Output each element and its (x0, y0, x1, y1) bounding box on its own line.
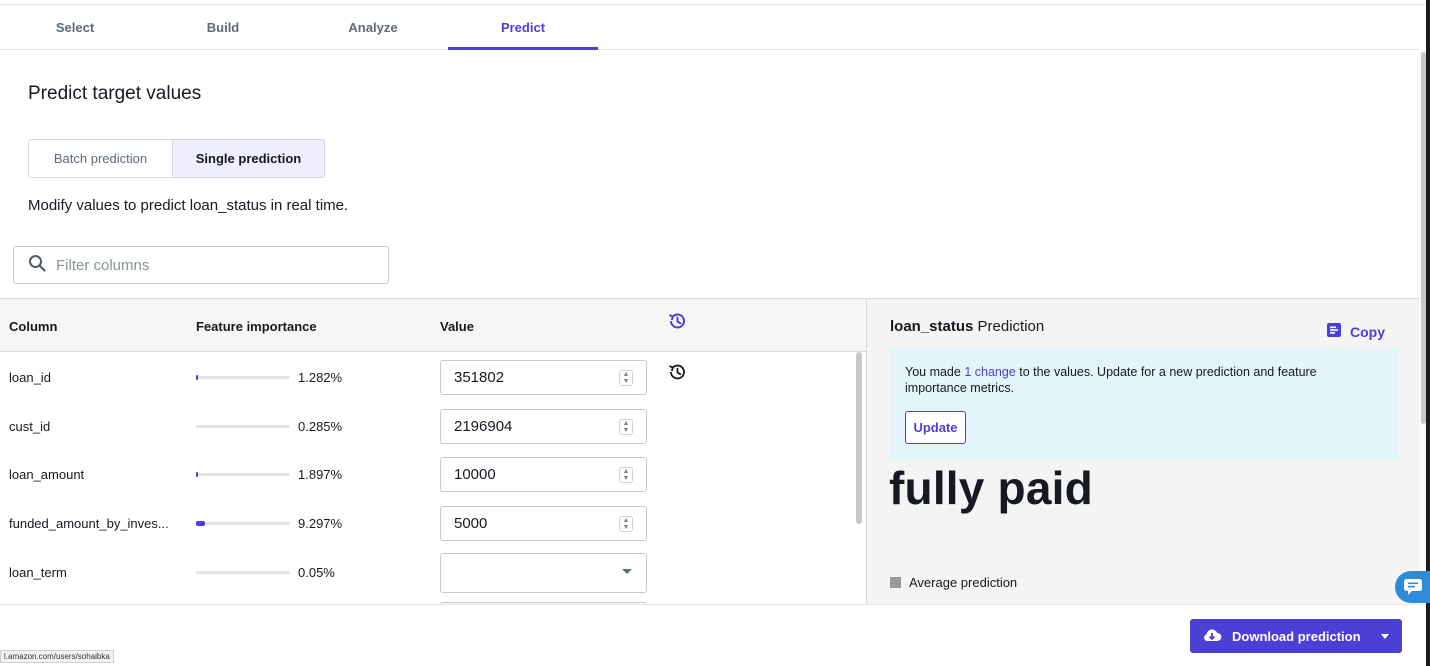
download-prediction-label: Download prediction (1232, 628, 1361, 644)
legend-label: Average prediction (909, 575, 1018, 590)
columns-table: Column Feature importance Value loan_id … (0, 298, 866, 604)
change-notice-text: You made 1 change to the values. Update … (905, 364, 1375, 396)
importance-value: 1.282% (298, 370, 343, 385)
update-button[interactable]: Update (905, 411, 966, 444)
prediction-target: loan_status (890, 318, 974, 335)
table-header: Column Feature importance Value (0, 299, 866, 352)
value-input[interactable]: 5000 ▲ ▼ (440, 506, 647, 541)
stepper-icon[interactable]: ▲ ▼ (619, 516, 633, 532)
search-icon (28, 254, 46, 277)
value-input[interactable]: 10000 ▲ ▼ (440, 457, 647, 492)
value-text: 5000 (454, 515, 488, 532)
value-text: 2196904 (454, 418, 513, 435)
copy-icon (1327, 323, 1341, 340)
prediction-title: loan_status Prediction (890, 318, 1044, 335)
importance-bar-fill (196, 521, 205, 526)
chevron-down-icon (622, 569, 632, 574)
status-bar-url: l.amazon.com/users/sohaibka (0, 650, 114, 663)
column-name: loan_term (9, 565, 67, 580)
legend-swatch (890, 577, 901, 588)
footer-bar: Download prediction (0, 604, 1426, 666)
filter-columns-field (13, 246, 389, 284)
importance-bar (196, 521, 290, 526)
change-notice: You made 1 change to the values. Update … (890, 349, 1398, 460)
prediction-value: fully paid (889, 462, 1093, 514)
column-name: cust_id (9, 419, 51, 434)
importance-value: 1.897% (298, 467, 343, 482)
stepper-icon[interactable]: ▲ ▼ (619, 419, 633, 435)
importance-bar (196, 425, 290, 428)
table-row: loan_term 0.05% (0, 548, 860, 597)
table-scrollbar[interactable] (856, 352, 862, 524)
importance-bar (196, 375, 290, 380)
step-tabs: Select Build Analyze Predict (0, 5, 1419, 50)
value-input[interactable]: 2196904 ▲ ▼ (440, 409, 647, 444)
value-input[interactable]: 351802 ▲ ▼ (440, 360, 647, 395)
change-notice-prefix: You made (905, 365, 965, 379)
importance-bar (196, 472, 290, 477)
window-edge (1426, 0, 1430, 666)
stepper-icon[interactable]: ▲ ▼ (619, 370, 633, 386)
copy-label: Copy (1350, 323, 1385, 340)
caret-down-icon[interactable] (1381, 634, 1389, 639)
reset-all-history-icon[interactable] (666, 310, 688, 332)
page-title: Predict target values (28, 83, 202, 104)
column-name: loan_amount (9, 467, 85, 482)
importance-value: 0.05% (298, 565, 335, 580)
value-text: 351802 (454, 369, 505, 386)
tab-predict[interactable]: Predict (448, 5, 598, 50)
table-row: loan_id 1.282% 351802 ▲ ▼ (0, 353, 860, 402)
value-select[interactable] (440, 553, 647, 593)
batch-prediction-button[interactable]: Batch prediction (29, 140, 172, 177)
chat-icon[interactable] (1395, 571, 1430, 603)
download-prediction-button[interactable]: Download prediction (1190, 619, 1402, 653)
tab-analyze[interactable]: Analyze (298, 5, 448, 50)
prediction-mode-toggle: Batch prediction Single prediction (28, 139, 325, 178)
tab-build[interactable]: Build (148, 5, 298, 50)
prediction-panel: loan_status Prediction Copy You made 1 c… (866, 298, 1419, 604)
page-description: Modify values to predict loan_status in … (28, 197, 349, 214)
single-prediction-button[interactable]: Single prediction (172, 140, 324, 177)
column-name: loan_id (9, 370, 51, 385)
stepper-icon[interactable]: ▲ ▼ (619, 467, 633, 483)
column-name: funded_amount_by_inves... (9, 516, 169, 531)
prediction-title-suffix: Prediction (977, 318, 1045, 335)
value-text: 10000 (454, 466, 496, 483)
copy-button[interactable]: Copy (1327, 323, 1385, 340)
cloud-download-icon (1202, 628, 1222, 645)
filter-columns-input[interactable] (56, 256, 356, 274)
importance-bar-fill (196, 375, 198, 380)
column-header: Column (9, 319, 58, 334)
importance-bar (196, 571, 290, 574)
table-row: funded_amount_by_inves... 9.297% 5000 ▲ ▼ (0, 499, 860, 548)
reset-row-icon[interactable] (666, 361, 688, 383)
table-row: loan_amount 1.897% 10000 ▲ ▼ (0, 450, 860, 499)
tab-select[interactable]: Select (0, 5, 150, 50)
importance-header: Feature importance (196, 319, 317, 334)
importance-bar-fill (196, 472, 198, 477)
importance-value: 9.297% (298, 516, 343, 531)
value-header: Value (440, 319, 474, 334)
changes-link[interactable]: 1 change (964, 365, 1015, 379)
legend: Average prediction (890, 575, 1017, 590)
table-row: cust_id 0.285% 2196904 ▲ ▼ (0, 402, 860, 451)
importance-value: 0.285% (298, 419, 343, 434)
